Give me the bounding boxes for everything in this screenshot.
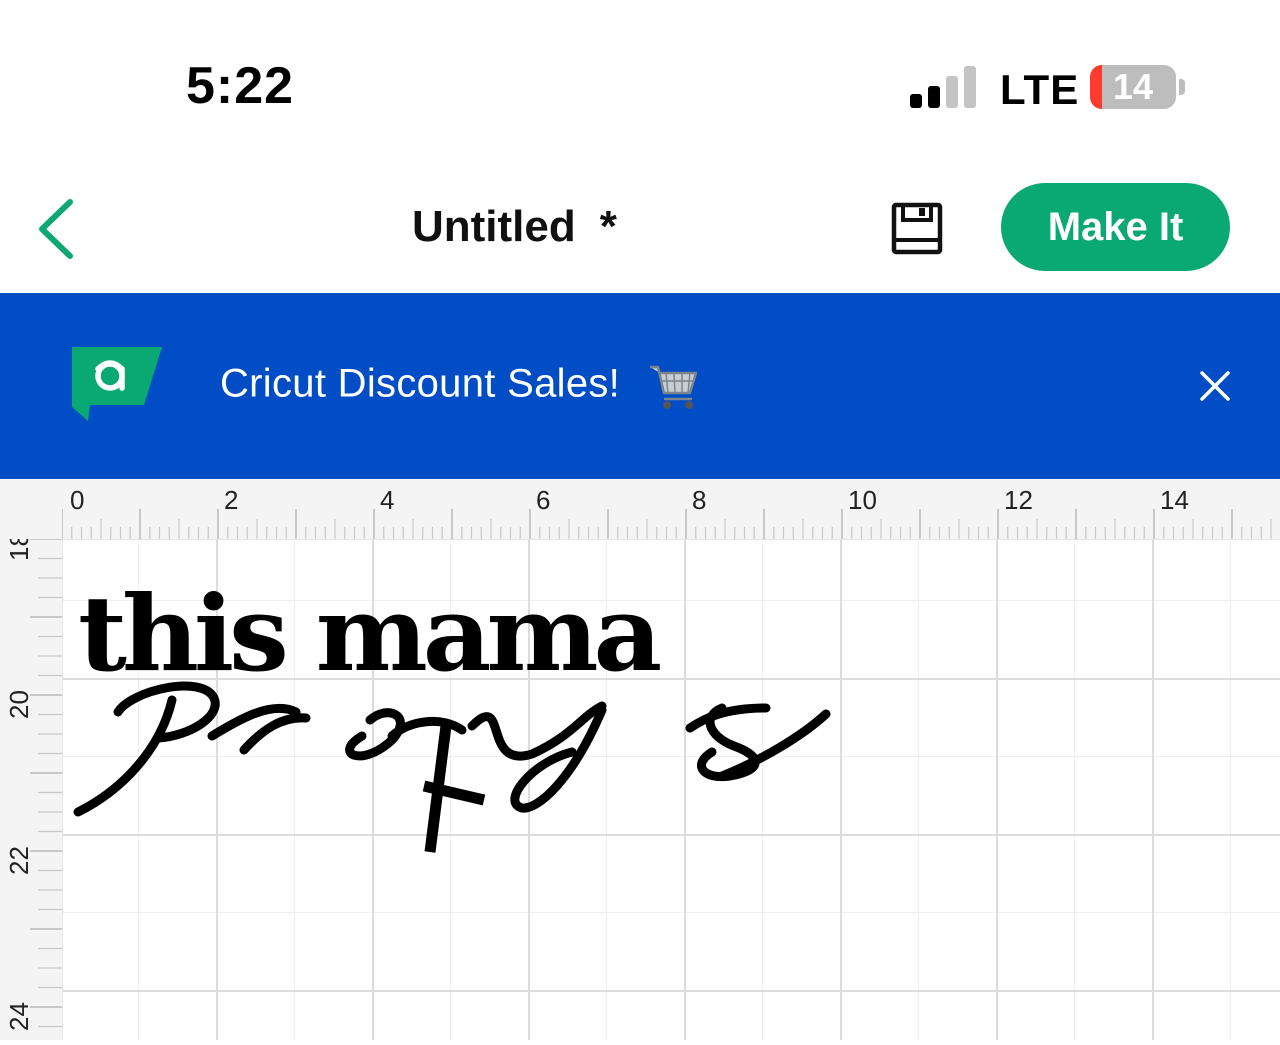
make-it-button[interactable]: Make It [1001, 183, 1230, 271]
ruler-label: 8 [692, 485, 707, 515]
ruler-horizontal: 0 2 4 6 8 10 12 14 [61, 479, 1280, 540]
ruler-label: 0 [70, 485, 85, 515]
ruler-label: 6 [536, 485, 551, 515]
status-bar: 5:22 LTE 14 [0, 0, 1280, 170]
ruler-label: 20 [4, 690, 34, 719]
app-header: Untitled * Make It [0, 170, 1280, 293]
ruler-ticks-vertical [30, 538, 62, 1028]
battery-level: 14 [1112, 66, 1154, 107]
ad-headline: Cricut Discount Sales! [220, 361, 621, 406]
ruler-corner [0, 479, 62, 539]
signal-strength-icon [910, 66, 980, 108]
status-time: 5:22 [186, 57, 295, 115]
floppy-disk-icon [891, 202, 943, 255]
design-text-prays[interactable]: prays [62, 540, 862, 900]
ruler-ticks-horizontal [61, 509, 1272, 539]
cross-icon [422, 725, 486, 853]
network-type: LTE [1000, 66, 1080, 113]
close-icon[interactable] [1192, 363, 1238, 409]
ruler-label: 4 [380, 485, 395, 515]
chevron-left-icon [39, 199, 73, 259]
ad-brand-logo-icon [72, 347, 162, 421]
shopping-cart-icon [649, 365, 697, 409]
design-canvas[interactable]: 0 2 4 6 8 10 12 14 18 20 22 24 this mama… [0, 479, 1280, 1040]
save-button[interactable] [888, 200, 946, 258]
document-title: Untitled [412, 202, 576, 251]
ruler-vertical: 18 20 22 24 [0, 532, 63, 1040]
ruler-label: 22 [4, 846, 34, 875]
ruler-label: 10 [848, 485, 877, 515]
ad-banner[interactable]: Cricut Discount Sales! [0, 293, 1280, 479]
design-group[interactable]: this mama prays [62, 540, 862, 900]
battery-icon: 14 [1090, 65, 1190, 111]
ruler-label: 12 [1004, 485, 1033, 515]
ruler-label: 2 [224, 485, 239, 515]
ad-text[interactable]: Cricut Discount Sales! [220, 359, 700, 413]
back-button[interactable] [30, 194, 90, 264]
ruler-label: 24 [4, 1002, 34, 1031]
page-title: Untitled * [412, 202, 617, 252]
ruler-label: 14 [1160, 485, 1189, 515]
unsaved-marker: * [599, 202, 617, 251]
